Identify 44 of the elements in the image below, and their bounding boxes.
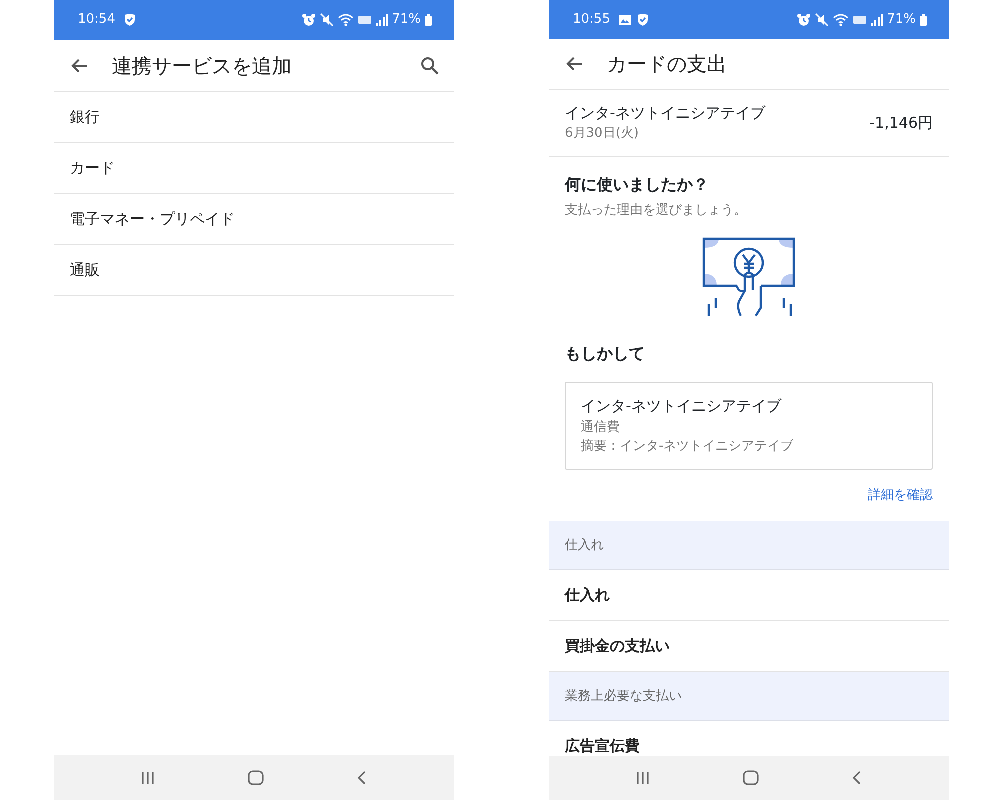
section-header: 仕入れ [549, 521, 949, 570]
status-time: 10:54 [78, 11, 116, 30]
back-icon[interactable] [356, 770, 368, 786]
wifi-icon [338, 13, 354, 27]
battery-icon [920, 14, 927, 26]
image-icon [618, 12, 632, 27]
service-category[interactable]: 通販 [54, 245, 454, 296]
search-icon[interactable] [420, 56, 440, 76]
service-category[interactable]: 電子マネー・プリペイド [54, 194, 454, 245]
transaction-amount: -1,146円 [870, 112, 933, 134]
battery-level: 71% [887, 10, 916, 29]
signal-icon [871, 14, 884, 26]
question-title: 何に使いましたか？ [565, 174, 710, 196]
signal-icon [376, 14, 388, 26]
screen-title: カードの支出 [607, 50, 727, 78]
mute-icon [320, 13, 334, 27]
alarm-icon [302, 13, 316, 27]
suggestion-card[interactable]: インタ-ネツトイニシアテイブ 通信費 摘要：インタ-ネツトイニシアテイブ [565, 382, 933, 470]
recent-apps-icon[interactable] [140, 770, 156, 784]
wifi-icon [833, 12, 850, 27]
service-category[interactable]: 銀行 [54, 92, 454, 143]
question-subtitle: 支払った理由を選びましょう。 [565, 202, 748, 220]
home-icon[interactable] [742, 770, 760, 786]
shield-icon [636, 12, 650, 27]
home-icon[interactable] [246, 770, 265, 786]
screen-title: 連携サービスを追加 [112, 52, 292, 80]
service-category[interactable]: カード [54, 143, 454, 194]
recent-apps-icon[interactable] [634, 771, 651, 786]
battery-level: 71% [392, 11, 421, 30]
suggested-category: 通信費 [581, 418, 621, 437]
back-icon[interactable] [851, 770, 864, 786]
suggestion-label: もしかして [564, 343, 646, 366]
shield-icon [123, 13, 138, 27]
transaction-date: 6月30日(火) [565, 125, 640, 144]
status-time: 10:55 [573, 10, 610, 29]
section-header: 業務上必要な支払い [549, 672, 949, 722]
mute-icon [815, 12, 830, 27]
details-link[interactable]: 詳細を確認 [868, 486, 933, 506]
merchant-name: インタ-ネツトイニシアテイブ [565, 102, 766, 124]
suggested-merchant: インタ-ネツトイニシアテイブ [581, 396, 783, 418]
suggested-summary: 摘要：インタ-ネツトイニシアテイブ [581, 438, 795, 456]
battery-icon [425, 14, 432, 26]
alarm-icon [797, 12, 812, 27]
category-item[interactable]: 仕入れ [549, 570, 949, 622]
